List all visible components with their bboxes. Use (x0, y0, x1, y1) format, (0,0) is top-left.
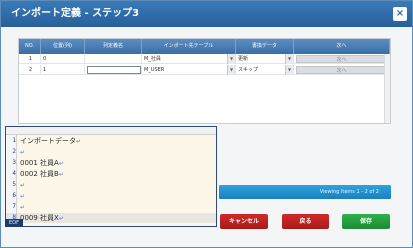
table-row[interactable]: 2 1 M_USER ▼ スキップ ▼ 次へ (19, 65, 390, 75)
row-column-name[interactable] (85, 54, 142, 64)
next-button[interactable]: 次へ (296, 66, 387, 74)
line-number: 6 (12, 192, 16, 199)
line-number: 7 (12, 203, 16, 210)
line-break-icon: ↵ (58, 160, 64, 167)
next-button[interactable]: 次へ (296, 55, 387, 63)
header-next[interactable]: 次へ (294, 39, 390, 54)
editor-line[interactable]: 7 ↵ (6, 202, 216, 212)
line-content: 0001 社員A (20, 159, 59, 167)
line-break-icon: ↵ (20, 182, 26, 189)
table-select[interactable]: M_USER ▼ (142, 65, 236, 75)
editor-line[interactable]: 1 インポートデータ↵ (6, 136, 216, 146)
cancel-button[interactable]: キャンセル (220, 214, 268, 229)
chevron-down-icon[interactable]: ▼ (227, 54, 235, 64)
header-no[interactable]: NO. (19, 39, 41, 54)
row-no: 1 (19, 54, 41, 64)
editor-line[interactable]: 5 ↵ (6, 180, 216, 190)
line-text: 0009 社員X↵ (20, 213, 64, 224)
next-cell: 次へ (294, 54, 390, 64)
line-text: ↵ (20, 180, 25, 191)
header-target-table[interactable]: インポート先テーブル (142, 39, 236, 54)
import-dialog: インポート定義 - ステップ3 × NO. 位置(列) 列定義名 インポート先テ… (0, 0, 413, 248)
save-button[interactable]: 保存 (342, 214, 390, 229)
header-rewrite-data[interactable]: 書換データ (236, 39, 294, 54)
close-icon[interactable]: × (393, 7, 407, 21)
editor-ruler (6, 127, 216, 135)
mode-select[interactable]: スキップ ▼ (236, 65, 294, 75)
line-text: ↵ (20, 147, 25, 158)
row-position[interactable]: 0 (41, 54, 85, 64)
chevron-down-icon[interactable]: ▼ (285, 65, 293, 75)
chevron-down-icon[interactable]: ▼ (285, 54, 293, 64)
header-position[interactable]: 位置(列) (41, 39, 85, 54)
header-column-name[interactable]: 列定義名 (85, 39, 142, 54)
line-number: 1 (12, 137, 16, 144)
table-row[interactable]: 1 0 M_社員 ▼ 更新 ▼ 次へ (19, 54, 390, 64)
table-select[interactable]: M_社員 ▼ (142, 54, 236, 64)
table-select-value: M_社員 (144, 56, 161, 62)
line-break-icon: ↵ (58, 215, 64, 222)
line-break-icon: ↵ (76, 138, 82, 145)
row-column-name-cell (85, 65, 142, 75)
line-number: 4 (12, 170, 16, 177)
editor-line[interactable]: 4 0002 社員B↵ (6, 169, 216, 179)
line-break-icon: ↵ (58, 171, 64, 178)
line-text: ↵ (20, 191, 25, 202)
chevron-down-icon[interactable]: ▼ (227, 65, 235, 75)
line-content: 0009 社員X (20, 214, 59, 222)
mapping-grid: NO. 位置(列) 列定義名 インポート先テーブル 書換データ 次へ 1 0 M… (18, 38, 391, 124)
line-break-icon: ↵ (20, 204, 26, 211)
grid-scrollbar[interactable] (384, 54, 390, 123)
line-break-icon: ↵ (20, 193, 26, 200)
status-bar: Viewing Items 1 - 2 of 2 (219, 185, 391, 199)
back-button[interactable]: 戻る (282, 214, 329, 229)
editor-line[interactable]: 8 0009 社員X↵ (6, 213, 216, 223)
row-no: 2 (19, 65, 41, 75)
mode-select[interactable]: 更新 ▼ (236, 54, 294, 64)
editor-line[interactable]: 6 ↵ (6, 191, 216, 201)
line-text: ↵ (20, 202, 25, 213)
line-number: 2 (12, 148, 16, 155)
line-text: 0002 社員B↵ (20, 169, 64, 180)
mode-select-value: 更新 (238, 56, 249, 62)
line-content: 0002 社員B (20, 170, 59, 178)
mode-select-value: スキップ (238, 67, 259, 73)
line-break-icon: ↵ (20, 149, 26, 156)
grid-header: NO. 位置(列) 列定義名 インポート先テーブル 書換データ 次へ (19, 39, 390, 54)
line-text: 0001 社員A↵ (20, 158, 64, 169)
line-number: 3 (12, 159, 16, 166)
line-number: 5 (12, 181, 16, 188)
line-content: インポートデータ (20, 137, 76, 145)
editor-mode-badge: EOF (5, 219, 23, 227)
next-cell: 次へ (294, 65, 390, 75)
row-position[interactable]: 1 (41, 65, 85, 75)
table-select-value: M_USER (144, 67, 165, 73)
editor-line[interactable]: 3 0001 社員A↵ (6, 158, 216, 168)
column-name-input[interactable] (87, 66, 141, 74)
dialog-title: インポート定義 - ステップ3 (1, 1, 412, 27)
editor-line[interactable]: 2 ↵ (6, 147, 216, 157)
line-text: インポートデータ↵ (20, 136, 81, 147)
data-preview-editor[interactable]: 1 インポートデータ↵ 2 ↵ 3 0001 社員A↵ 4 0002 社員B↵ 5 ↵ 6 ↵ 7 ↵ 8 0… (5, 126, 217, 227)
